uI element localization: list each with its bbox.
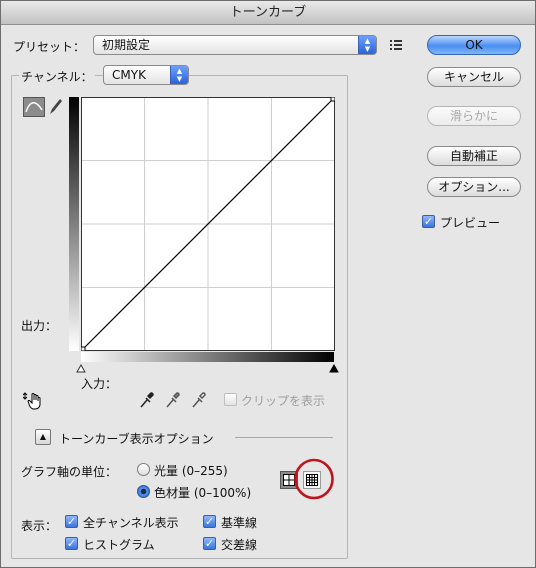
show-intersection-checkbox[interactable]: ✓ (203, 537, 216, 550)
input-white-slider-icon[interactable] (76, 364, 86, 373)
axis-units-label: グラフ軸の単位： (21, 465, 118, 479)
curves-dialog: トーンカーブ プリセット： 初期設定 ▲ ▼ OK キャンセル 滑らかに 自動補正… (0, 0, 536, 568)
show-histogram-checkbox[interactable]: ✓ (65, 537, 78, 550)
window-title: トーンカーブ (1, 1, 535, 25)
channel-label: チャンネル： (19, 68, 95, 85)
radio-pigment-label: 色材量 (0–100%) (154, 486, 252, 500)
preset-options-icon[interactable] (389, 39, 403, 51)
smooth-button[interactable]: 滑らかに (427, 106, 521, 126)
output-label: 出力： (21, 319, 58, 333)
divider (235, 437, 333, 438)
show-histogram-label: ヒストグラム (83, 538, 155, 552)
clip-checkbox[interactable] (224, 393, 237, 406)
input-black-slider-icon[interactable] (329, 364, 339, 373)
cancel-button[interactable]: キャンセル (427, 67, 521, 87)
preset-value: 初期設定 (102, 38, 151, 52)
on-image-adjust-icon[interactable] (23, 391, 45, 411)
options-button[interactable]: オプション... (427, 177, 521, 197)
input-label: 入力： (81, 377, 118, 391)
preset-select[interactable]: 初期設定 ▲ ▼ (93, 35, 377, 55)
curve-edit-icon[interactable] (23, 97, 45, 117)
ok-button[interactable]: OK (427, 35, 521, 55)
popup-arrows-icon: ▲ ▼ (358, 36, 376, 54)
preview-checkbox[interactable]: ✓ (422, 215, 435, 228)
white-point-eyedropper-icon[interactable] (191, 391, 207, 409)
disclosure-triangle-icon[interactable]: ▲ (35, 429, 51, 445)
channel-value: CMYK (112, 68, 146, 82)
show-all-channels-label: 全チャンネル表示 (83, 516, 179, 530)
preset-label: プリセット： (13, 40, 86, 54)
radio-light-label: 光量 (0–255) (154, 464, 228, 478)
radio-light[interactable] (137, 463, 150, 476)
show-intersection-label: 交差線 (221, 538, 258, 552)
radio-pigment[interactable] (137, 485, 150, 498)
show-label: 表示： (21, 519, 58, 533)
input-gradient-bar (81, 352, 334, 362)
show-baseline-label: 基準線 (221, 516, 258, 530)
pencil-icon[interactable] (47, 97, 63, 117)
highlight-circle (294, 458, 334, 500)
display-options-title: トーンカーブ表示オプション (59, 432, 214, 446)
show-baseline-checkbox[interactable]: ✓ (203, 515, 216, 528)
auto-button[interactable]: 自動補正 (427, 146, 521, 166)
show-all-channels-checkbox[interactable]: ✓ (65, 515, 78, 528)
preview-label: プレビュー (440, 216, 501, 230)
black-point-eyedropper-icon[interactable] (139, 391, 155, 409)
gray-point-eyedropper-icon[interactable] (165, 391, 181, 409)
popup-arrows-icon: ▲ ▼ (170, 66, 188, 84)
curves-graph[interactable] (81, 97, 335, 351)
output-gradient-bar (69, 97, 79, 351)
channel-select[interactable]: CMYK ▲ ▼ (103, 65, 189, 85)
clip-label: クリップを表示 (241, 394, 326, 408)
